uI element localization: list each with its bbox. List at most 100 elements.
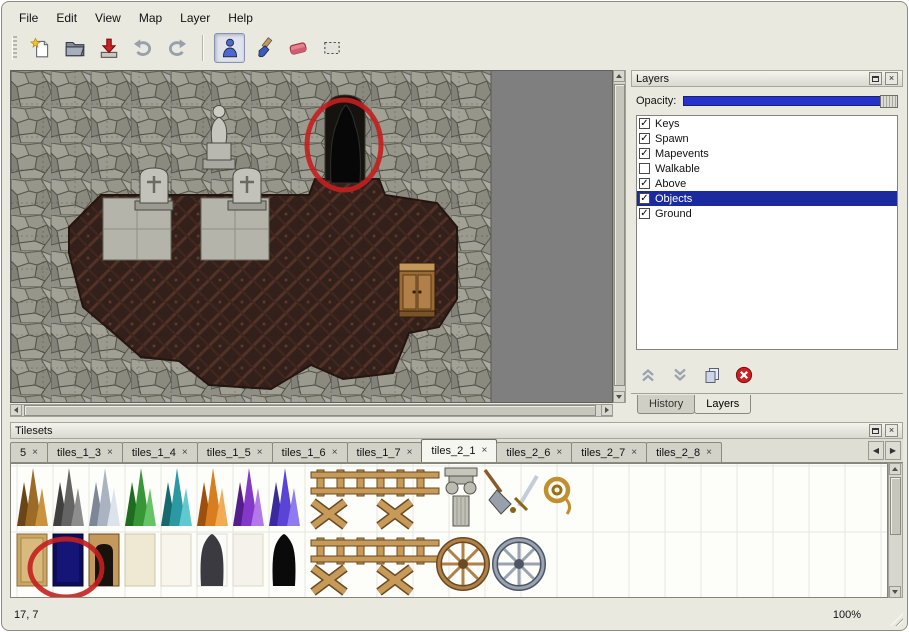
tab-layers[interactable]: Layers	[694, 395, 751, 414]
place-object-tool-button[interactable]	[214, 33, 245, 63]
tileset-tab-bar: 5 × tiles_1_3 × tiles_1_4 × tiles_1_5 × …	[10, 439, 903, 463]
tileset-tab-label: tiles_1_4	[132, 447, 176, 459]
tileset-tab-label: tiles_2_6	[506, 447, 550, 459]
map-horizontal-scrollbar[interactable]	[10, 404, 613, 417]
map-vertical-scrollbar[interactable]	[613, 70, 626, 403]
layer-duplicate-button[interactable]	[700, 364, 724, 386]
panel-close-button[interactable]: ×	[885, 424, 898, 437]
tab-close-icon[interactable]: ×	[631, 448, 637, 458]
layer-checkbox[interactable]: ✓	[639, 178, 650, 189]
undo-icon	[132, 37, 154, 59]
tileset-tab[interactable]: tiles_2_6 ×	[496, 442, 572, 462]
save-icon	[98, 37, 120, 59]
layer-row[interactable]: ✓ Spawn	[637, 131, 897, 146]
tileset-tab[interactable]: tiles_1_7 ×	[347, 442, 423, 462]
rect-select-tool-button[interactable]	[316, 33, 347, 63]
opacity-slider-handle[interactable]	[880, 95, 898, 108]
triangle-down-icon	[892, 590, 898, 594]
tileset-tab[interactable]: tiles_1_6 ×	[272, 442, 348, 462]
tilesets-panel-header: Tilesets ×	[10, 422, 903, 439]
layer-row-selected[interactable]: ✓ Objects	[637, 191, 897, 206]
layer-checkbox[interactable]: ✓	[639, 208, 650, 219]
menu-view[interactable]: View	[86, 8, 130, 28]
layer-row[interactable]: Walkable	[637, 161, 897, 176]
menu-help[interactable]: Help	[219, 8, 262, 28]
layer-row[interactable]: ✓ Mapevents	[637, 146, 897, 161]
tileset-tab[interactable]: tiles_1_5 ×	[197, 442, 273, 462]
status-bar: 17, 7 100%	[2, 600, 907, 630]
panel-float-button[interactable]	[869, 424, 882, 437]
redo-icon	[166, 37, 188, 59]
layer-checkbox[interactable]: ✓	[639, 133, 650, 144]
scroll-thumb[interactable]	[24, 405, 596, 416]
layer-checkbox[interactable]	[639, 163, 650, 174]
layer-checkbox[interactable]: ✓	[639, 118, 650, 129]
layer-row[interactable]: ✓ Keys	[637, 116, 897, 131]
tab-close-icon[interactable]: ×	[556, 448, 562, 458]
close-icon: ×	[889, 426, 894, 435]
new-file-icon	[30, 37, 52, 59]
layer-row[interactable]: ✓ Ground	[637, 206, 897, 221]
tab-close-icon[interactable]: ×	[481, 446, 487, 456]
layer-row[interactable]: ✓ Above	[637, 176, 897, 191]
panel-edge	[631, 393, 903, 394]
scroll-thumb[interactable]	[614, 84, 625, 386]
tab-close-icon[interactable]: ×	[706, 448, 712, 458]
tab-close-icon[interactable]: ×	[107, 448, 113, 458]
open-button[interactable]	[59, 33, 90, 63]
menu-edit[interactable]: Edit	[47, 8, 86, 28]
new-map-button[interactable]	[25, 33, 56, 63]
layer-name: Above	[655, 178, 686, 190]
tab-history[interactable]: History	[637, 395, 695, 414]
layer-raise-button[interactable]	[636, 364, 660, 386]
layer-name: Walkable	[655, 163, 700, 175]
menu-map[interactable]: Map	[130, 8, 171, 28]
scroll-down-button[interactable]	[889, 586, 901, 598]
tileset-tab-label: 5	[20, 447, 26, 459]
redo-button[interactable]	[161, 33, 192, 63]
layer-checkbox[interactable]: ✓	[639, 148, 650, 159]
menu-file[interactable]: File	[10, 8, 47, 28]
cabinet	[399, 263, 435, 317]
app-window: File Edit View Map Layer Help	[1, 1, 908, 631]
brush-tool-button[interactable]	[248, 33, 279, 63]
panel-close-button[interactable]: ×	[885, 72, 898, 85]
tileset-tab[interactable]: tiles_1_4 ×	[122, 442, 198, 462]
tab-close-icon[interactable]: ×	[257, 448, 263, 458]
scroll-left-button[interactable]	[10, 404, 22, 416]
map-canvas[interactable]	[10, 70, 613, 403]
tileset-tab[interactable]: tiles_2_8 ×	[646, 442, 722, 462]
tab-scroll-left-button[interactable]: ◀	[868, 441, 884, 460]
scroll-thumb[interactable]	[890, 477, 901, 535]
layer-checkbox[interactable]: ✓	[639, 193, 650, 204]
tab-close-icon[interactable]: ×	[332, 448, 338, 458]
scroll-up-button[interactable]	[889, 463, 901, 475]
scroll-down-button[interactable]	[613, 391, 625, 403]
tileset-tab-active[interactable]: tiles_2_1 ×	[421, 439, 497, 462]
undo-button[interactable]	[127, 33, 158, 63]
layer-lower-button[interactable]	[668, 364, 692, 386]
panel-float-button[interactable]	[869, 72, 882, 85]
toolbar	[12, 31, 347, 65]
selection-rect-icon	[321, 37, 343, 59]
scroll-up-button[interactable]	[613, 70, 625, 82]
tab-close-icon[interactable]: ×	[407, 448, 413, 458]
tab-scroll-right-button[interactable]: ▶	[885, 441, 901, 460]
menu-layer[interactable]: Layer	[171, 8, 219, 28]
tileset-tab[interactable]: 5 ×	[10, 442, 48, 462]
scroll-right-button[interactable]	[601, 404, 613, 416]
tileset-content[interactable]	[10, 463, 888, 598]
open-folder-icon	[64, 37, 86, 59]
tab-close-icon[interactable]: ×	[182, 448, 188, 458]
tileset-tab[interactable]: tiles_1_3 ×	[47, 442, 123, 462]
tileset-vertical-scrollbar[interactable]	[888, 463, 903, 598]
monument-right	[228, 168, 266, 210]
opacity-slider[interactable]	[683, 96, 898, 106]
save-button[interactable]	[93, 33, 124, 63]
toolbar-grip[interactable]	[12, 36, 17, 60]
layer-delete-button[interactable]	[732, 364, 756, 386]
eraser-tool-button[interactable]	[282, 33, 313, 63]
tileset-tab[interactable]: tiles_2_7 ×	[571, 442, 647, 462]
tab-close-icon[interactable]: ×	[32, 448, 38, 458]
resize-grip[interactable]	[890, 613, 903, 626]
